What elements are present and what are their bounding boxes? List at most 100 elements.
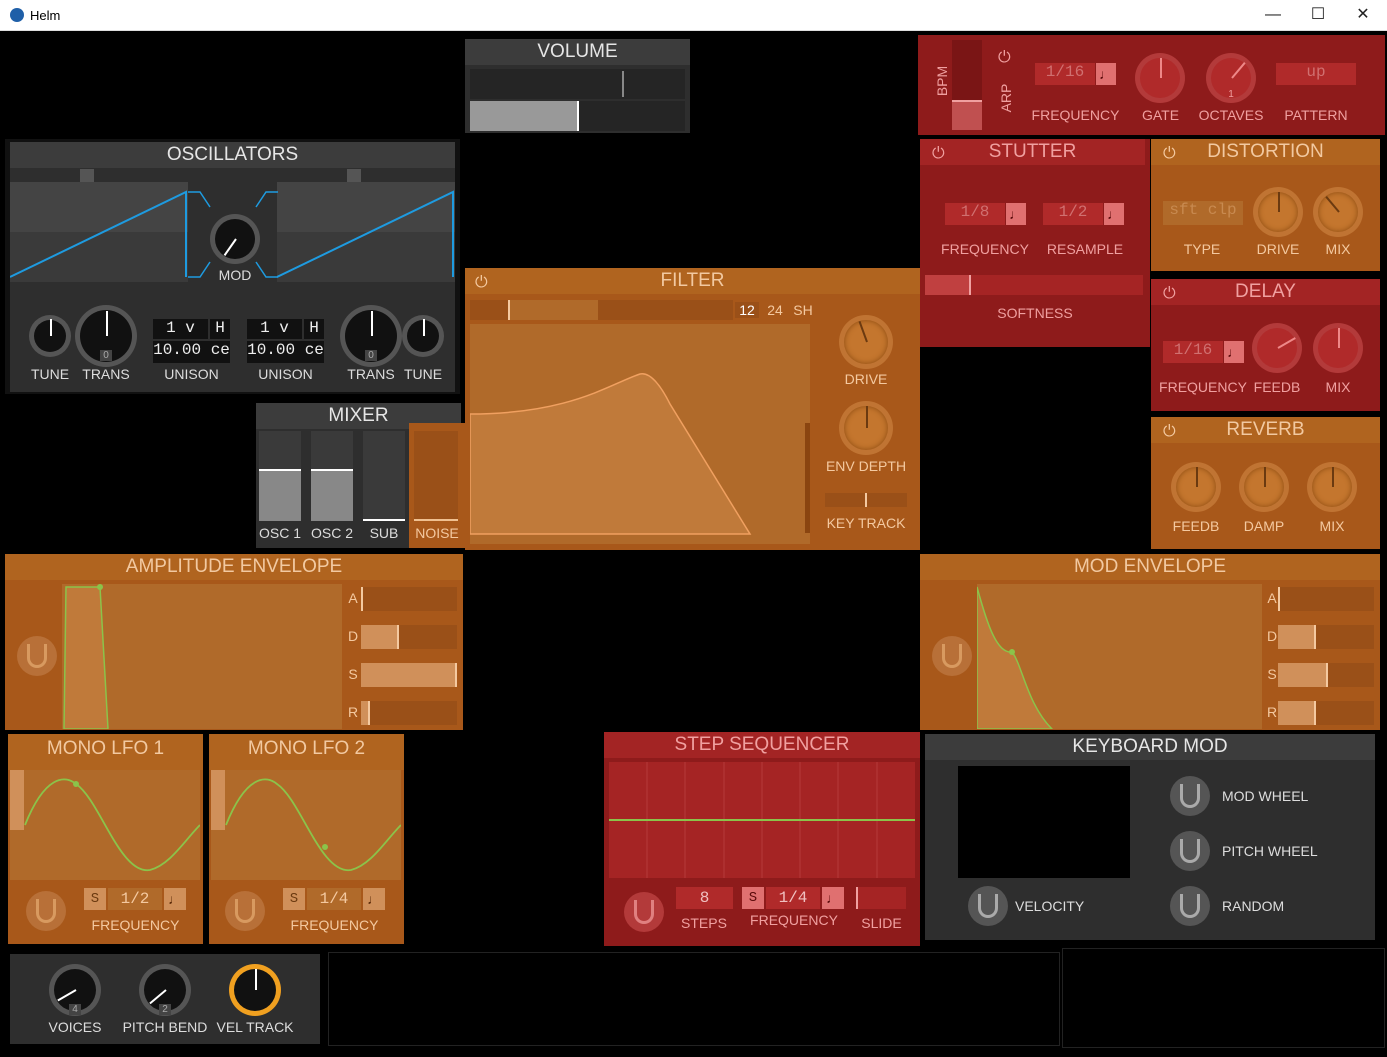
arp-octaves-value: 1 xyxy=(1228,89,1234,100)
volume-title: VOLUME xyxy=(465,39,690,65)
lfo2-note-icon[interactable]: ♩ xyxy=(363,888,385,910)
lfo2-sync-toggle[interactable]: S xyxy=(283,888,305,910)
mixer-sub-slider[interactable] xyxy=(363,431,405,521)
mod-wheel-label: MOD WHEEL xyxy=(1222,788,1309,804)
maximize-button[interactable]: ☐ xyxy=(1298,4,1338,26)
osc-mod-knob[interactable] xyxy=(210,214,260,264)
window-title: Helm xyxy=(30,8,61,23)
stutter-power-icon[interactable]: ⏻ xyxy=(932,145,945,163)
arp-frequency-value[interactable]: 1/16 xyxy=(1035,63,1095,85)
amp-env-mod-source-icon[interactable] xyxy=(17,636,57,676)
amp-env-attack-slider[interactable] xyxy=(361,587,457,611)
amp-env-r-label: R xyxy=(347,704,359,720)
filter-slope-24[interactable]: 24 xyxy=(763,302,787,318)
osc2-harmonize-toggle[interactable]: H xyxy=(304,319,324,339)
mixer-noise-slider[interactable] xyxy=(414,431,458,521)
stutter-resample-note-icon[interactable]: ♩ xyxy=(1104,203,1124,225)
distortion-power-icon[interactable]: ⏻ xyxy=(1163,145,1176,163)
osc2-waveform-display[interactable] xyxy=(277,182,455,282)
mod-label: MOD xyxy=(218,267,252,283)
osc1-waveform-display[interactable] xyxy=(10,182,188,282)
lfo2-frequency-value[interactable]: 1/4 xyxy=(307,888,361,910)
bpm-slider[interactable] xyxy=(952,40,982,130)
lfo1-waveform-graph[interactable] xyxy=(10,770,200,880)
step-seq-steps-label: STEPS xyxy=(681,915,727,931)
lfo1-frequency-value[interactable]: 1/2 xyxy=(108,888,162,910)
amp-env-decay-slider[interactable] xyxy=(361,625,457,649)
reverb-mix-knob[interactable] xyxy=(1307,462,1357,512)
mod-env-release-slider[interactable] xyxy=(1278,701,1374,725)
stutter-frequency-value[interactable]: 1/8 xyxy=(945,203,1005,225)
osc1-tune-knob[interactable] xyxy=(29,315,71,357)
delay-frequency-value[interactable]: 1/16 xyxy=(1163,341,1223,363)
filter-key-track-slider[interactable] xyxy=(825,493,907,507)
velocity-mod-source-icon[interactable] xyxy=(968,886,1008,926)
step-seq-note-icon[interactable]: ♩ xyxy=(822,887,844,909)
delay-sync-note-icon[interactable]: ♩ xyxy=(1224,341,1244,363)
voices-label: VOICES xyxy=(48,1019,102,1035)
reverb-power-icon[interactable]: ⏻ xyxy=(1163,423,1176,441)
mono-lfo1-title: MONO LFO 1 xyxy=(8,734,203,770)
arp-sync-note-icon[interactable]: ♩ xyxy=(1096,63,1116,85)
stutter-sync-note-icon[interactable]: ♩ xyxy=(1006,203,1026,225)
filter-drive-knob[interactable] xyxy=(839,315,893,369)
filter-response-graph[interactable] xyxy=(470,324,810,544)
step-sequencer-graph[interactable] xyxy=(609,762,915,878)
mod-env-mod-source-icon[interactable] xyxy=(932,636,972,676)
oscillators-title: OSCILLATORS xyxy=(10,142,455,168)
mod-env-decay-slider[interactable] xyxy=(1278,625,1374,649)
step-seq-sync-toggle[interactable]: S xyxy=(742,887,764,909)
osc1-unison-voices[interactable]: 1 v xyxy=(153,319,208,339)
mixer-osc1-slider[interactable] xyxy=(259,431,301,521)
reverb-damp-knob[interactable] xyxy=(1239,462,1289,512)
osc2-unison-voices[interactable]: 1 v xyxy=(247,319,302,339)
mod-env-attack-slider[interactable] xyxy=(1278,587,1374,611)
osc2-tune-knob[interactable] xyxy=(402,315,444,357)
filter-slope-sh[interactable]: SH xyxy=(789,302,817,318)
lfo2-waveform-graph[interactable] xyxy=(211,770,401,880)
amp-envelope-graph[interactable] xyxy=(62,584,342,729)
distortion-mix-knob[interactable] xyxy=(1313,187,1363,237)
mixer-osc2-slider[interactable] xyxy=(311,431,353,521)
arp-gate-knob[interactable] xyxy=(1135,53,1185,103)
filter-env-depth-knob[interactable] xyxy=(839,401,893,455)
arp-power-icon[interactable]: ⏻ xyxy=(998,49,1011,67)
random-source-icon[interactable] xyxy=(1170,886,1210,926)
filter-power-icon[interactable]: ⏻ xyxy=(475,274,488,292)
step-seq-frequency-value[interactable]: 1/4 xyxy=(766,887,820,909)
distortion-drive-knob[interactable] xyxy=(1253,187,1303,237)
pitch-wheel-source-icon[interactable] xyxy=(1170,831,1210,871)
delay-mix-knob[interactable] xyxy=(1313,323,1363,373)
minimize-button[interactable]: — xyxy=(1253,4,1293,26)
lfo2-mod-source-icon[interactable] xyxy=(225,891,265,931)
filter-slope-12[interactable]: 12 xyxy=(735,302,759,318)
lfo1-mod-source-icon[interactable] xyxy=(26,891,66,931)
mod-env-sustain-slider[interactable] xyxy=(1278,663,1374,687)
delay-feedb-knob[interactable] xyxy=(1252,323,1302,373)
step-seq-steps-value[interactable]: 8 xyxy=(676,887,733,909)
amp-env-sustain-slider[interactable] xyxy=(361,663,457,687)
stutter-resample-value[interactable]: 1/2 xyxy=(1043,203,1103,225)
volume-slider[interactable] xyxy=(470,101,685,131)
reverb-feedb-label: FEEDB xyxy=(1172,518,1220,534)
stutter-softness-slider[interactable] xyxy=(925,275,1143,295)
step-seq-slide-slider[interactable] xyxy=(856,887,906,909)
osc1-unison-detune[interactable]: 10.00 ce xyxy=(153,341,230,363)
lfo1-note-icon[interactable]: ♩ xyxy=(164,888,186,910)
filter-type-slider[interactable] xyxy=(470,300,733,320)
mod-envelope-graph[interactable] xyxy=(977,584,1262,729)
arp-pattern-value[interactable]: up xyxy=(1276,63,1356,85)
mixer-osc1-label: OSC 1 xyxy=(258,525,301,541)
amp-env-release-slider[interactable] xyxy=(361,701,457,725)
osc2-unison-detune[interactable]: 10.00 ce xyxy=(247,341,324,363)
lfo1-sync-toggle[interactable]: S xyxy=(84,888,106,910)
vel-track-knob[interactable] xyxy=(229,964,281,1016)
osc1-harmonize-toggle[interactable]: H xyxy=(210,319,230,339)
delay-power-icon[interactable]: ⏻ xyxy=(1163,285,1176,303)
mixer-osc2-label: OSC 2 xyxy=(310,525,353,541)
close-button[interactable]: ✕ xyxy=(1343,4,1383,26)
reverb-feedb-knob[interactable] xyxy=(1171,462,1221,512)
step-seq-mod-source-icon[interactable] xyxy=(624,892,664,932)
mod-wheel-source-icon[interactable] xyxy=(1170,776,1210,816)
distortion-type-value[interactable]: sft clp xyxy=(1163,201,1243,225)
